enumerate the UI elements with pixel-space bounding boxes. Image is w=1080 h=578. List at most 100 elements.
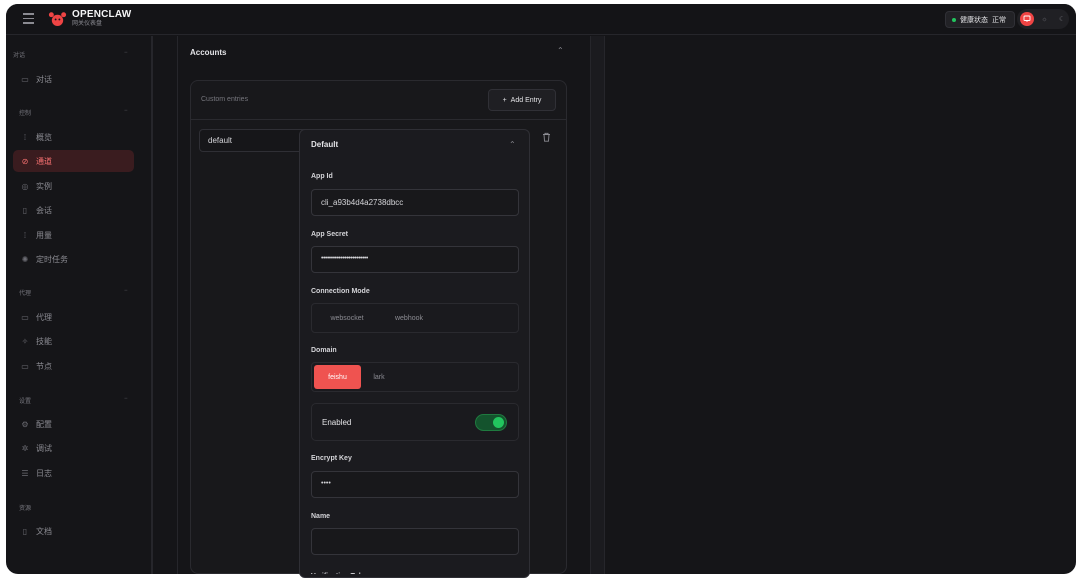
name-label: Name [311,513,331,520]
scrollbar[interactable] [591,36,604,574]
radio-icon: ◎ [21,181,29,191]
sidebar-group-chat: 对话 [13,53,26,59]
link-icon: ⊘ [21,156,29,166]
sidebar-item-label: 节点 [36,361,52,371]
enabled-toggle[interactable] [475,414,507,431]
brand-title: OPENCLAW [72,9,132,20]
sidebar-item-cron[interactable]: ✺ 定时任务 [13,248,134,270]
domain-feishu[interactable]: feishu [314,365,361,389]
collapse-icon[interactable]: − [124,396,128,402]
add-entry-button[interactable]: + Add Entry [488,89,556,111]
connection-mode-webhook[interactable]: webhook [379,306,439,330]
app-secret-input[interactable]: •••••••••••••••••••••••• [311,246,519,273]
app-secret-label: App Secret [311,231,348,238]
app-id-input[interactable]: cli_a93b4d4a2738dbcc [311,189,519,216]
toggle-knob [493,417,504,428]
connection-mode-label: Connection Mode [311,288,370,295]
sidebar-item-label: 会话 [36,205,52,215]
log-icon: ☰ [21,468,29,478]
custom-entries-label: Custom entries [201,96,249,103]
sidebar-divider [152,36,153,574]
sidebar-item-config[interactable]: ⚙ 配置 [13,413,134,435]
status-dot-icon [952,17,956,22]
gear-icon: ⚙ [21,419,29,429]
sidebar-item-overview[interactable]: ⁞ 概览 [13,126,134,148]
domain-lark[interactable]: lark [361,365,397,389]
app-id-label: App Id [311,173,333,180]
sidebar-item-label: 实例 [36,181,52,191]
chevron-up-icon[interactable]: ⌃ [509,140,516,149]
monitor-icon[interactable] [1020,12,1034,26]
sidebar-group-resources: 资源 [19,506,32,512]
sidebar-item-label: 代理 [36,312,52,322]
sidebar-item-usage[interactable]: ⁞ 用量 [13,224,134,246]
sun-icon[interactable]: ☼ [1038,12,1052,26]
sidebar-item-instances[interactable]: ◎ 实例 [13,175,134,197]
lobster-logo-icon [48,12,67,27]
book-icon: ▯ [22,526,28,536]
sidebar-item-debug[interactable]: ✲ 调试 [13,437,134,459]
sidebar-item-label: 日志 [36,468,52,478]
bar-chart-icon: ⁞ [23,132,27,142]
bar-chart-icon: ⁞ [23,230,27,240]
gear-icon: ✺ [21,254,29,264]
chevron-up-icon[interactable]: ⌃ [557,46,564,55]
sidebar-item-logs[interactable]: ☰ 日志 [13,462,134,484]
sidebar-item-label: 通道 [36,156,52,166]
moon-icon[interactable]: ☾ [1055,12,1069,26]
sidebar-item-label: 文档 [36,526,52,536]
sidebar-item-label: 用量 [36,230,52,240]
name-input[interactable] [311,528,519,555]
sidebar-item-skills[interactable]: ✧ 技能 [13,330,134,352]
panel-divider [604,36,605,574]
collapse-icon[interactable]: − [124,288,128,294]
sidebar-item-label: 概览 [36,132,52,142]
enabled-label: Enabled [322,418,352,427]
theme-switcher: ☼ ☾ [1017,9,1069,29]
brand-subtitle: 网关仪表盘 [72,21,103,27]
trash-icon[interactable] [542,132,551,145]
sidebar-item-label: 对话 [36,74,52,84]
sidebar-group-settings: 设置 [19,399,32,405]
sidebar-item-channels[interactable]: ⊘ 通道 [13,150,134,172]
panel-title: Default [311,140,339,149]
sidebar-item-label: 定时任务 [36,254,68,264]
health-label: 健康状态 [960,16,988,24]
domain-label: Domain [311,347,337,354]
sidebar-item-chat[interactable]: ▭ 对话 [13,68,134,90]
content-left-rule [177,36,178,574]
sparkle-icon: ✧ [21,336,29,346]
sidebar-item-label: 技能 [36,336,52,346]
connection-mode-websocket[interactable]: websocket [315,306,379,330]
sidebar-item-agents[interactable]: ▭ 代理 [13,306,134,328]
verification-token-label: Verification Token [311,570,371,574]
collapse-icon[interactable]: − [124,108,128,114]
file-icon: ▯ [22,205,28,215]
entry-key-input[interactable]: default [199,129,309,152]
plus-icon: + [502,96,507,104]
domain-selector: feishu lark [311,362,519,392]
top-bar: OPENCLAW 网关仪表盘 健康状态 正常 ☼ ☾ [6,4,1076,35]
accounts-section-title: Accounts [190,48,227,57]
connection-mode-selector: websocket webhook [311,303,519,333]
menu-icon[interactable] [23,13,34,25]
sidebar-item-label: 调试 [36,443,52,453]
bug-icon: ✲ [21,443,29,453]
sidebar-item-sessions[interactable]: ▯ 会话 [13,199,134,221]
sidebar-group-control: 控制 [19,111,32,117]
folder-icon: ▭ [21,312,29,322]
health-value: 正常 [992,16,1006,24]
chat-icon: ▭ [21,74,29,84]
sidebar-group-agents: 代理 [19,291,32,297]
monitor-icon: ▭ [21,361,29,371]
sidebar-item-docs[interactable]: ▯ 文档 [13,520,134,542]
sidebar-item-nodes[interactable]: ▭ 节点 [13,355,134,377]
encrypt-key-input[interactable]: •••• [311,471,519,498]
encrypt-key-label: Encrypt Key [311,455,352,462]
collapse-icon[interactable]: − [124,50,128,56]
brand: OPENCLAW 网关仪表盘 [72,9,131,28]
add-entry-label: Add Entry [510,96,542,104]
health-status-badge: 健康状态 正常 [945,11,1015,28]
sidebar-item-label: 配置 [36,419,52,429]
divider [190,119,567,120]
